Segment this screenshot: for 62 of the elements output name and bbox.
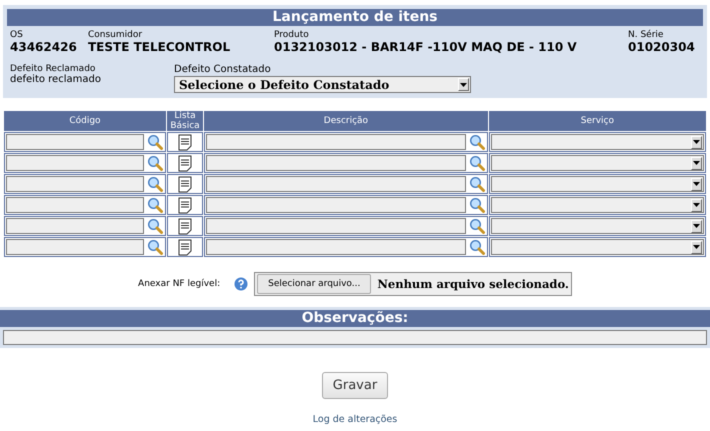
field-label: N. Série <box>628 30 664 40</box>
column-header: Código <box>4 111 166 131</box>
document-icon[interactable] <box>178 238 192 256</box>
document-icon[interactable] <box>178 134 192 150</box>
search-icon[interactable] <box>468 197 485 213</box>
code-field[interactable] <box>6 197 144 213</box>
code-field[interactable] <box>6 218 144 234</box>
file-field[interactable]: Selecionar arquivo... Nenhum arquivo selecionado. <box>254 272 572 296</box>
document-icon[interactable] <box>178 154 192 172</box>
search-icon[interactable] <box>468 239 485 255</box>
attachment-label: Anexar NF legível: <box>138 279 220 289</box>
field-label: OS <box>10 30 24 40</box>
description-field[interactable] <box>206 197 466 213</box>
code-field[interactable] <box>6 134 144 150</box>
service-dropdown[interactable] <box>490 197 704 213</box>
description-field[interactable] <box>206 134 466 150</box>
search-icon[interactable] <box>146 239 163 255</box>
section-title: Lançamento de itens <box>7 9 703 26</box>
service-dropdown[interactable] <box>490 218 704 234</box>
field-value: defeito reclamado <box>10 74 102 85</box>
column-header: Lista Básica <box>166 111 204 131</box>
document-icon[interactable] <box>178 218 192 234</box>
code-field[interactable] <box>6 176 144 192</box>
code-field[interactable] <box>6 239 144 255</box>
service-dropdown[interactable] <box>490 134 704 150</box>
search-icon[interactable] <box>468 176 485 192</box>
field-label: Defeito Constatado <box>174 64 272 75</box>
field-value: 01020304 <box>628 40 696 54</box>
description-field[interactable] <box>206 155 466 171</box>
search-icon[interactable] <box>146 155 163 171</box>
search-icon[interactable] <box>146 134 163 150</box>
code-field[interactable] <box>6 155 144 171</box>
file-status: Nenhum arquivo selecionado. <box>377 277 569 291</box>
field-label: Defeito Reclamado <box>10 64 96 74</box>
search-icon[interactable] <box>146 218 163 234</box>
search-icon[interactable] <box>146 176 163 192</box>
observations-field[interactable] <box>3 330 707 345</box>
search-icon[interactable] <box>146 197 163 213</box>
document-icon[interactable] <box>178 176 192 192</box>
search-icon[interactable] <box>468 218 485 234</box>
change-log-link[interactable]: Log de alterações <box>312 414 398 425</box>
search-icon[interactable] <box>468 134 485 150</box>
field-label: Consumidor <box>88 30 144 40</box>
defect-dropdown[interactable]: Selecione o Defeito Constatado <box>174 76 471 93</box>
service-dropdown[interactable] <box>490 176 704 192</box>
service-dropdown[interactable] <box>490 239 704 255</box>
field-value: TESTE TELECONTROL <box>88 40 232 54</box>
description-field[interactable] <box>206 218 466 234</box>
description-field[interactable] <box>206 239 466 255</box>
field-value: 43462426 <box>10 40 78 54</box>
search-icon[interactable] <box>468 155 485 171</box>
section-title: Observações: <box>0 310 710 327</box>
choose-file-button[interactable]: Selecionar arquivo... <box>257 274 372 294</box>
description-field[interactable] <box>206 176 466 192</box>
service-dropdown[interactable] <box>490 155 704 171</box>
field-value: 0132103012 - BAR14F -110V MAQ DE - 110 V <box>274 40 578 54</box>
field-label: Produto <box>274 30 310 40</box>
document-icon[interactable] <box>178 196 192 214</box>
help-icon[interactable] <box>234 277 248 291</box>
save-button[interactable]: Gravar <box>322 372 388 399</box>
column-header: Serviço <box>488 111 706 131</box>
column-header: Descrição <box>204 111 488 131</box>
